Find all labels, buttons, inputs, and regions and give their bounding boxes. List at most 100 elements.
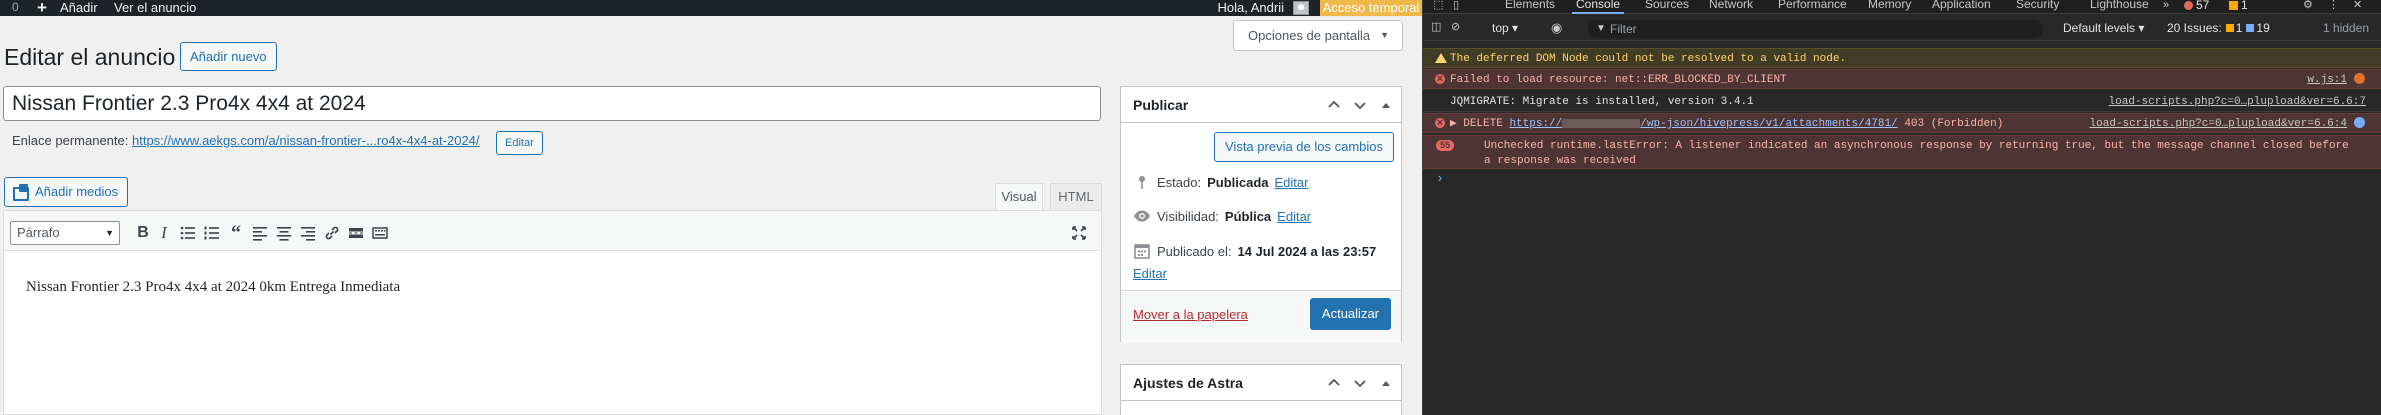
console-message-source[interactable]: w.js:1 xyxy=(2307,72,2347,88)
post-title-input[interactable]: Nissan Frontier 2.3 Pro4x 4x4 at 2024 xyxy=(3,86,1101,121)
plus-icon[interactable]: + xyxy=(37,0,47,16)
preview-changes-button[interactable]: Vista previa de los cambios xyxy=(1214,132,1395,162)
update-button[interactable]: Actualizar xyxy=(1309,298,1391,330)
collapse-triangle-icon[interactable] xyxy=(1378,98,1394,112)
request-status: 403 (Forbidden) xyxy=(1904,118,2004,130)
avatar[interactable] xyxy=(1293,1,1309,15)
visibility-edit-link[interactable]: Editar xyxy=(1277,209,1311,224)
tab-sources[interactable]: Sources xyxy=(1645,0,1689,11)
bullet-list-icon[interactable] xyxy=(176,221,200,245)
context-select[interactable]: top ▾ xyxy=(1492,21,1518,35)
screen-options-button[interactable]: Opciones de pantalla ▼ xyxy=(1233,20,1403,51)
permalink-edit-button[interactable]: Editar xyxy=(496,131,543,155)
collapse-triangle-icon[interactable] xyxy=(1378,376,1394,390)
close-icon[interactable]: ✕ xyxy=(2353,0,2367,12)
blockquote-icon[interactable]: “ xyxy=(224,221,248,245)
error-circle-icon xyxy=(1435,115,1445,131)
pin-icon xyxy=(1133,173,1151,191)
clear-console-icon[interactable]: ⊘ xyxy=(1451,22,1465,34)
console-message-error: Failed to load resource: net::ERR_BLOCKE… xyxy=(1423,69,2381,89)
comments-count[interactable]: 0 xyxy=(12,0,19,16)
request-url-start: https:// xyxy=(1509,118,1563,130)
tab-elements[interactable]: Elements xyxy=(1505,0,1555,11)
warning-count: 1 xyxy=(2241,0,2248,12)
tab-visual[interactable]: Visual xyxy=(995,183,1043,210)
add-media-button[interactable]: Añadir medios xyxy=(4,177,129,207)
admin-bar-view-listing[interactable]: Ver el anuncio xyxy=(114,0,196,16)
tab-lighthouse[interactable]: Lighthouse xyxy=(2090,0,2149,11)
warning-count-badge[interactable]: 1 xyxy=(2229,0,2248,12)
console-filter-input[interactable]: ▼ Filter xyxy=(1588,20,2043,38)
align-center-icon[interactable] xyxy=(272,221,296,245)
calendar-icon xyxy=(1133,242,1151,260)
chevron-up-icon[interactable] xyxy=(1326,98,1342,112)
published-date-edit-link[interactable]: Editar xyxy=(1133,266,1167,281)
post-visibility: Visibilidad: Pública Editar xyxy=(1133,207,1311,225)
link-icon[interactable] xyxy=(320,221,344,245)
tab-application[interactable]: Application xyxy=(1932,0,1991,11)
console-message-source[interactable]: load-scripts.php?c=0…plupload&ver=6.6:4 xyxy=(2090,116,2347,132)
log-levels-select[interactable]: Default levels ▾ xyxy=(2063,21,2144,35)
fullscreen-icon[interactable] xyxy=(1067,221,1091,245)
status-edit-link[interactable]: Editar xyxy=(1275,175,1309,190)
screen-options-label: Opciones de pantalla xyxy=(1248,28,1371,43)
admin-bar: 0 + Añadir Ver el anuncio Hola, Andrii A… xyxy=(0,0,1422,16)
chevron-up-icon[interactable] xyxy=(1326,376,1342,390)
astra-box-title: Ajustes de Astra xyxy=(1133,375,1243,391)
sidebar-toggle-icon[interactable]: ◫ xyxy=(1431,22,1445,34)
error-count-badge[interactable]: 57 xyxy=(2184,0,2209,12)
issues-warning-icon xyxy=(2225,24,2234,32)
hidden-count: 1 hidden xyxy=(2322,21,2369,35)
editor-content[interactable]: Nissan Frontier 2.3 Pro4x 4x4 at 2024 0k… xyxy=(26,279,400,296)
settings-gear-icon[interactable]: ⚙ xyxy=(2303,0,2317,12)
align-right-icon[interactable] xyxy=(296,221,320,245)
permalink-label: Enlace permanente: xyxy=(12,133,129,148)
admin-bar-new[interactable]: Añadir xyxy=(60,0,98,16)
page-title: Editar el anuncio xyxy=(4,44,176,70)
add-new-button[interactable]: Añadir nuevo xyxy=(180,42,277,71)
tab-network[interactable]: Network xyxy=(1709,0,1753,11)
request-url[interactable]: https:// /wp-json/hivepress/v1/attachment… xyxy=(1509,118,1897,130)
format-select[interactable]: Párrafo ▼ xyxy=(10,221,120,245)
post-status: Estado: Publicada Editar xyxy=(1133,173,1308,191)
align-left-icon[interactable] xyxy=(248,221,272,245)
more-options-icon[interactable]: ⋮ xyxy=(2328,0,2342,12)
tab-memory[interactable]: Memory xyxy=(1868,0,1911,11)
console-message-text: The deferred DOM Node could not be resol… xyxy=(1450,53,1847,65)
error-circle-icon xyxy=(1435,71,1445,87)
redacted-domain xyxy=(1562,118,1641,128)
tab-performance[interactable]: Performance xyxy=(1778,0,1847,11)
visibility-label: Visibilidad: xyxy=(1157,208,1219,224)
console-prompt[interactable]: › xyxy=(1436,171,1444,186)
expand-request-toggle[interactable]: ▶ DELETE xyxy=(1450,118,1503,130)
add-media-label: Añadir medios xyxy=(35,184,119,199)
move-to-trash-link[interactable]: Mover a la papelera xyxy=(1133,307,1248,322)
tab-console[interactable]: Console xyxy=(1571,0,1625,14)
device-toggle-icon[interactable]: ▯ xyxy=(1453,0,1467,12)
devtools-tabs: ⬚ ▯ Elements Console Sources Network Per… xyxy=(1423,0,2381,14)
temporary-access-badge[interactable]: Acceso temporal xyxy=(1320,0,1422,16)
admin-bar-howdy[interactable]: Hola, Andrii xyxy=(1218,0,1284,16)
more-tabs-icon[interactable]: » xyxy=(2163,0,2177,12)
chevron-down-icon[interactable] xyxy=(1352,98,1368,112)
tab-html[interactable]: HTML xyxy=(1050,183,1102,210)
console-message-text: Failed to load resource: net::ERR_BLOCKE… xyxy=(1450,74,1787,86)
request-url-path: /wp-json/hivepress/v1/attachments/4781/ xyxy=(1640,118,1898,130)
numbered-list-icon[interactable] xyxy=(200,221,224,245)
content-editor: Párrafo ▼ B I “ Nissan Frontier 2.3 Pro4… xyxy=(3,210,1102,415)
issues-counter[interactable]: 20 Issues: 1 19 xyxy=(2167,21,2270,35)
live-expression-eye-icon[interactable]: ◉ xyxy=(1551,21,1565,34)
read-more-icon[interactable] xyxy=(344,221,368,245)
chevron-down-icon[interactable] xyxy=(1352,376,1368,390)
console-message-text: ▶ DELETE https:// /wp-json/hivepress/v1/a… xyxy=(1450,116,2003,132)
caret-down-icon: ▼ xyxy=(105,228,114,238)
permalink-url[interactable]: https://www.aekgs.com/a/nissan-frontier-… xyxy=(132,133,480,148)
visibility-value: Pública xyxy=(1224,208,1272,224)
console-message-text: JQMIGRATE: Migrate is installed, version… xyxy=(1450,96,1754,108)
console-message-source[interactable]: load-scripts.php?c=0…plupload&ver=6.6:7 xyxy=(2109,94,2366,110)
inspect-icon[interactable]: ⬚ xyxy=(1433,0,1447,12)
astra-box-header: Ajustes de Astra xyxy=(1121,365,1401,401)
tab-security[interactable]: Security xyxy=(2016,0,2059,11)
italic-icon[interactable]: I xyxy=(152,221,176,245)
toolbar-toggle-icon[interactable] xyxy=(368,221,392,245)
